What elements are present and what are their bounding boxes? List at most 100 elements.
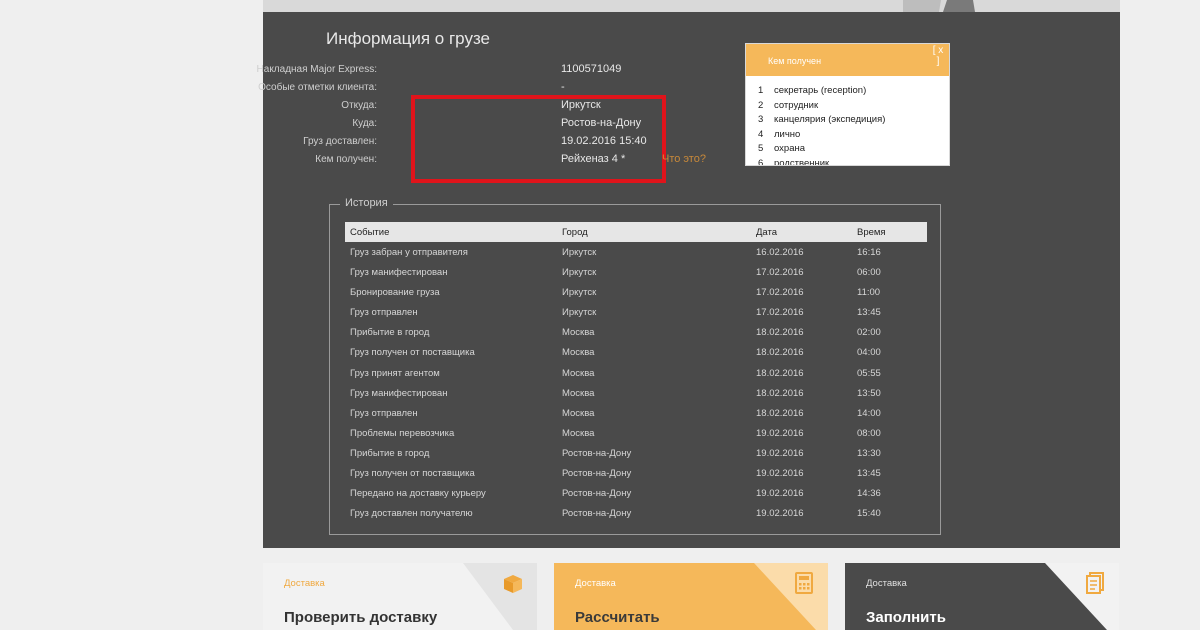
cell-city: Ростов-на-Дону: [562, 447, 632, 459]
cell-time: 14:36: [857, 488, 881, 500]
cell-date: 16.02.2016: [756, 247, 804, 258]
cell-date: 17.02.2016: [756, 267, 804, 279]
table-row: Груз принят агентом Москва 18.02.2016 05:55: [345, 363, 927, 383]
received-by-popup: Кем получен [ x ] 1 секретарь (reception)…: [745, 43, 950, 166]
popup-item-number: 1: [758, 85, 764, 96]
cell-date: 19.02.2016: [756, 508, 804, 520]
cell-time: 16:16: [857, 247, 881, 258]
popup-list-item: 2 сотрудник: [758, 100, 885, 115]
popup-close-button[interactable]: [ x ]: [931, 45, 945, 67]
cell-city: Ростов-на-Дону: [562, 508, 632, 520]
history-table: Событие Город Дата Время Груз забран у о…: [345, 222, 927, 523]
cell-date: 19.02.2016: [756, 468, 804, 480]
table-row: Груз манифестирован Москва 18.02.2016 13:50: [345, 383, 927, 403]
cell-city: Ростов-на-Дону: [562, 468, 632, 480]
calculate-card[interactable]: Доставка Рассчитать: [554, 563, 828, 630]
cell-event: Прибытие в город: [350, 327, 430, 339]
cell-event: Бронирование груза: [350, 287, 440, 299]
cell-event: Груз манифестирован: [350, 387, 448, 399]
cell-event: Груз доставлен получателю: [350, 508, 473, 520]
popup-item-text: секретарь (reception): [774, 85, 867, 96]
popup-list-item: 5 охрана: [758, 143, 885, 158]
box-icon: [504, 575, 522, 593]
column-header-city: Город: [562, 227, 588, 238]
cell-event: Груз отправлен: [350, 407, 418, 419]
cell-city: Иркутск: [562, 307, 597, 319]
page-title: Информация о грузе: [326, 29, 491, 48]
cell-time: 13:50: [857, 387, 881, 399]
popup-item-number: 2: [758, 99, 764, 111]
cell-time: 06:00: [857, 267, 881, 279]
fill-form-card[interactable]: Доставка Заполнить: [845, 563, 1119, 630]
cell-event: Груз получен от поставщика: [350, 347, 475, 359]
cell-city: Москва: [562, 407, 595, 419]
page: Информация о грузе Накладная Major Expre…: [257, 0, 1120, 630]
cell-event: Груз отправлен: [350, 307, 418, 319]
popup-item-text: канцелярия (экспедиция): [774, 114, 886, 125]
cell-time: 13:45: [857, 307, 881, 319]
cargo-info-panel: Информация о грузе Накладная Major Expre…: [257, 12, 1120, 548]
top-strip: [263, 0, 1120, 12]
cell-time: 08:00: [857, 427, 881, 439]
table-row: Передано на доставку курьеру Ростов-на-До…: [345, 483, 927, 503]
popup-item-number: 3: [758, 114, 764, 125]
popup-item-text: лично: [774, 128, 801, 140]
cell-city: Москва: [562, 387, 595, 399]
cell-date: 19.02.2016: [756, 447, 804, 459]
card-title: Заполнить: [866, 609, 946, 626]
popup-list-item: 3 канцелярия (экспедиция): [758, 114, 885, 129]
info-value: 1100571049: [561, 63, 622, 75]
check-delivery-card[interactable]: Доставка Проверить доставку: [263, 563, 537, 630]
cell-event: Передано на доставку курьеру: [350, 488, 486, 500]
cell-event: Груз манифестирован: [350, 267, 448, 279]
popup-item-text: сотрудник: [774, 99, 819, 111]
cell-date: 17.02.2016: [756, 287, 804, 299]
cell-city: Москва: [562, 427, 595, 439]
info-label: Кем получен:: [315, 154, 377, 165]
cell-city: Москва: [562, 327, 595, 339]
popup-item-number: 6: [758, 157, 764, 166]
popup-list-item: 1 секретарь (reception): [758, 85, 885, 100]
column-header-time: Время: [857, 227, 886, 238]
card-label: Доставка: [284, 578, 325, 589]
cell-date: 18.02.2016: [756, 347, 804, 359]
table-row: Проблемы перевозчика Москва 19.02.2016 08:0…: [345, 423, 927, 443]
cell-city: Москва: [562, 347, 595, 359]
table-header: Событие Город Дата Время: [345, 222, 927, 242]
cell-time: 04:00: [857, 347, 881, 359]
table-row: Бронирование груза Иркутск 17.02.2016 11:00: [345, 282, 927, 302]
cell-city: Иркутск: [562, 247, 597, 258]
table-body: Груз забран у отправителя Иркутск 16.02.20…: [345, 242, 927, 523]
cell-time: 13:45: [857, 468, 881, 480]
table-row: Груз забран у отправителя Иркутск 16.02.20…: [345, 242, 927, 262]
cell-time: 15:40: [857, 508, 881, 520]
popup-list: 1 секретарь (reception) 2 сотрудник 3 канцеля…: [758, 85, 885, 166]
cell-event: Проблемы перевозчика: [350, 427, 455, 439]
column-header-date: Дата: [756, 227, 778, 238]
table-row: Груз получен от поставщика Ростов-на-Дону…: [345, 463, 927, 483]
cell-event: Груз забран у отправителя: [350, 247, 468, 258]
info-label: Накладная Major Express:: [256, 64, 377, 75]
popup-header: Кем получен [ x ]: [746, 44, 949, 76]
cell-city: Иркутск: [562, 267, 597, 279]
what-is-this-link[interactable]: Что это?: [662, 153, 706, 165]
table-row: Груз отправлен Москва 18.02.2016 14:00: [345, 403, 927, 423]
cell-date: 18.02.2016: [756, 327, 804, 339]
cell-date: 18.02.2016: [756, 387, 804, 399]
cell-date: 17.02.2016: [756, 307, 804, 319]
corner-decoration: [903, 0, 975, 12]
popup-list-item: 4 лично: [758, 129, 885, 144]
document-icon: [1086, 572, 1104, 594]
table-row: Прибытие в город Москва 18.02.2016 02:00: [345, 322, 927, 342]
info-label: Особые отметки клиента:: [258, 82, 377, 93]
cell-event: Прибытие в город: [350, 447, 430, 459]
info-label: Куда:: [352, 118, 377, 129]
table-row: Груз манифестирован Иркутск 17.02.2016 06:0…: [345, 262, 927, 282]
popup-item-text: охрана: [774, 143, 806, 154]
cell-date: 18.02.2016: [756, 407, 804, 419]
highlight-box: [411, 95, 666, 183]
cell-event: Груз получен от поставщика: [350, 468, 475, 480]
card-label: Доставка: [575, 578, 616, 589]
popup-item-text: родственник: [774, 157, 830, 166]
card-title: Проверить доставку: [284, 609, 438, 626]
